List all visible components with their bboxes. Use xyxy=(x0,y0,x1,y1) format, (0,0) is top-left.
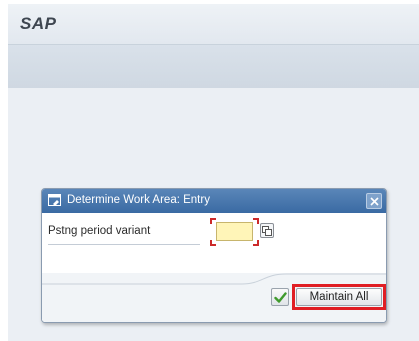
posting-period-variant-label: Pstng period variant xyxy=(48,225,151,237)
value-help-icon xyxy=(262,226,272,236)
label-underline xyxy=(48,244,200,245)
maintain-all-button[interactable]: Maintain All xyxy=(296,288,382,306)
window-edit-icon xyxy=(48,194,62,207)
close-icon xyxy=(370,197,379,206)
dialog-title: Determine Work Area: Entry xyxy=(67,194,210,206)
confirm-button[interactable] xyxy=(271,288,289,306)
app-title: SAP xyxy=(20,14,57,33)
dialog-title-bar[interactable]: Determine Work Area: Entry xyxy=(42,189,386,213)
posting-period-variant-input[interactable] xyxy=(216,222,253,241)
application-toolbar xyxy=(8,44,419,88)
checkmark-icon xyxy=(274,292,287,303)
close-button[interactable] xyxy=(366,193,382,209)
value-help-button[interactable] xyxy=(260,223,274,238)
determine-work-area-dialog: Determine Work Area: Entry Pstng period … xyxy=(41,188,387,323)
input-highlight-corner xyxy=(253,240,259,246)
dialog-footer: Maintain All xyxy=(42,273,386,322)
input-highlight-corner xyxy=(253,218,259,224)
title-bar: SAP xyxy=(8,4,419,44)
dialog-body: Pstng period variant Maintain All xyxy=(42,213,386,322)
